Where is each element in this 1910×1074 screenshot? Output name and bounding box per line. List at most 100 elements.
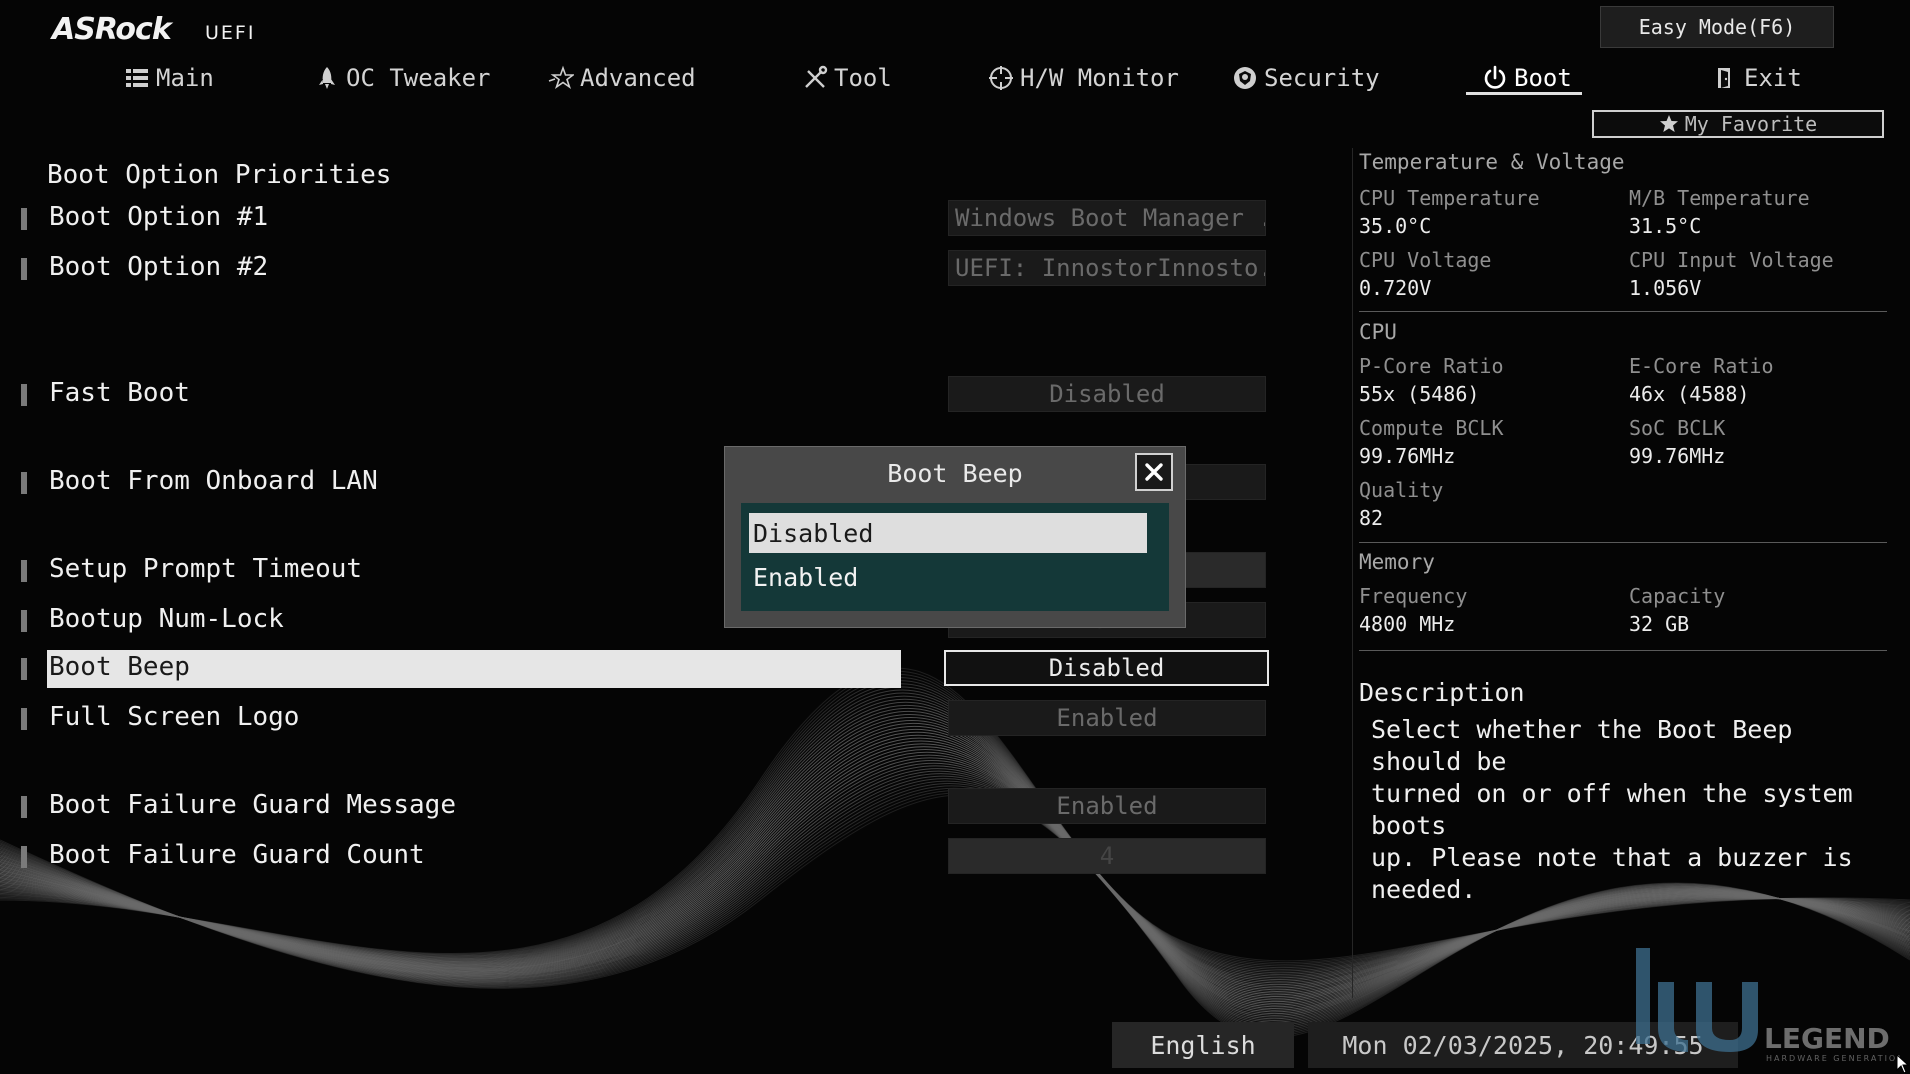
setting-row-boot-option-2[interactable]: Boot Option #2 UEFI: InnostorInnosto... [0, 250, 1280, 290]
setting-label: Boot From Onboard LAN [49, 466, 378, 496]
soc-bclk-value: 99.76MHz [1629, 444, 1726, 468]
setting-value-field[interactable]: 4 [948, 838, 1266, 874]
cpu-temp-value: 35.0°C [1359, 214, 1432, 238]
panel-title: Temperature & Voltage [1359, 150, 1625, 174]
row-marker [21, 472, 27, 494]
popup-option-list: Disabled Enabled [741, 503, 1169, 611]
tab-boot-label: Boot [1514, 64, 1572, 92]
section-title: Boot Option Priorities [47, 160, 392, 190]
list-icon [126, 69, 148, 87]
mb-temp-label: M/B Temperature [1629, 186, 1810, 210]
memory-frequency-label: Frequency [1359, 584, 1468, 608]
cpu-volt-value: 0.720V [1359, 276, 1432, 300]
setting-value-field[interactable]: Enabled [948, 788, 1266, 824]
cpu-input-volt-label: CPU Input Voltage [1629, 248, 1834, 272]
tab-main-label: Main [156, 64, 214, 92]
description-text: Select whether the Boot Beep should be t… [1371, 714, 1886, 906]
memory-capacity-label: Capacity [1629, 584, 1726, 608]
setting-label: Boot Beep [49, 652, 190, 682]
compute-bclk-value: 99.76MHz [1359, 444, 1456, 468]
crosshair-icon [989, 66, 1013, 90]
pcore-ratio-label: P-Core Ratio [1359, 354, 1504, 378]
row-marker [21, 560, 27, 582]
ecore-ratio-label: E-Core Ratio [1629, 354, 1774, 378]
watermark-text: LEGEND [1764, 1022, 1890, 1055]
setting-label: Boot Failure Guard Count [49, 840, 425, 870]
language-selector[interactable]: English [1112, 1022, 1294, 1068]
tab-advanced-label: Advanced [580, 64, 696, 92]
cpu-input-volt-value: 1.056V [1629, 276, 1702, 300]
watermark-subtext: HARDWARE GENERATION [1766, 1054, 1900, 1063]
setting-label: Boot Failure Guard Message [49, 790, 456, 820]
popup-title: Boot Beep [887, 459, 1023, 488]
setting-label: Boot Option #2 [49, 252, 269, 282]
setting-value-field[interactable]: Windows Boot Manager ... [948, 200, 1266, 236]
row-marker [21, 258, 27, 280]
popup-option-enabled[interactable]: Enabled [749, 557, 1147, 597]
setting-row-full-screen-logo[interactable]: Full Screen Logo Enabled [0, 700, 1280, 740]
tab-hw-monitor-label: H/W Monitor [1020, 64, 1179, 92]
setting-row-boot-failure-guard-count[interactable]: Boot Failure Guard Count 4 [0, 838, 1280, 878]
asrock-logo: ASRock [52, 12, 172, 47]
quality-value: 82 [1359, 506, 1384, 530]
description-line: up. Please note that a buzzer is [1371, 843, 1853, 872]
setting-row-boot-option-1[interactable]: Boot Option #1 Windows Boot Manager ... [0, 200, 1280, 240]
row-marker [21, 658, 27, 680]
memory-capacity-value: 32 GB [1629, 612, 1690, 636]
mb-temp-value: 31.5°C [1629, 214, 1702, 238]
tab-tool-label: Tool [834, 64, 892, 92]
my-favorite-button[interactable]: My Favorite [1592, 110, 1884, 138]
setting-value-field[interactable]: Disabled [948, 376, 1266, 412]
pcore-ratio-value: 55x (5486) [1359, 382, 1480, 406]
tools-icon [805, 65, 828, 88]
divider [1359, 311, 1887, 312]
boot-beep-popup-dialog: Boot Beep Disabled Enabled [724, 446, 1186, 628]
description-line: needed. [1371, 875, 1477, 904]
row-marker [21, 796, 27, 818]
cpu-section-title: CPU [1359, 320, 1397, 344]
legend-watermark-logo: LEGEND HARDWARE GENERATION [1636, 948, 1900, 1063]
description-line: Select whether the Boot Beep should be [1371, 715, 1793, 776]
tab-security[interactable]: Security [1232, 56, 1380, 100]
rocket-icon [319, 67, 335, 89]
popup-option-disabled[interactable]: Disabled [749, 513, 1147, 553]
setting-row-fast-boot[interactable]: Fast Boot Disabled [0, 376, 1280, 416]
setting-label: Bootup Num-Lock [49, 604, 284, 634]
setting-value-field[interactable]: UEFI: InnostorInnosto... [948, 250, 1266, 286]
tab-oc-tweaker-label: OC Tweaker [346, 64, 491, 92]
row-marker [21, 846, 27, 868]
setting-row-boot-failure-guard-message[interactable]: Boot Failure Guard Message Enabled [0, 788, 1280, 828]
easy-mode-button[interactable]: Easy Mode(F6) [1600, 6, 1834, 48]
tab-oc-tweaker[interactable]: OC Tweaker [314, 56, 491, 100]
row-marker [21, 610, 27, 632]
star-icon [548, 65, 574, 90]
power-icon [1484, 65, 1506, 89]
tab-security-label: Security [1264, 64, 1380, 92]
setting-value-field[interactable]: Enabled [948, 700, 1266, 736]
my-favorite-label: My Favorite [1684, 112, 1818, 136]
divider [1359, 650, 1887, 651]
close-icon [1145, 463, 1163, 481]
close-button[interactable] [1135, 453, 1173, 491]
divider [1359, 542, 1887, 543]
mouse-cursor-icon [1896, 1054, 1910, 1074]
tab-main[interactable]: Main [124, 56, 214, 100]
cpu-temp-label: CPU Temperature [1359, 186, 1540, 210]
description-line: turned on or off when the system boots [1371, 779, 1853, 840]
tab-advanced[interactable]: Advanced [548, 56, 696, 100]
setting-value-field[interactable]: Disabled [944, 650, 1269, 686]
row-marker [21, 384, 27, 406]
soc-bclk-label: SoC BCLK [1629, 416, 1726, 440]
description-title: Description [1359, 678, 1525, 707]
tab-exit[interactable]: Exit [1712, 56, 1802, 100]
exit-door-icon [1718, 68, 1730, 88]
setting-label: Setup Prompt Timeout [49, 554, 363, 584]
tab-exit-label: Exit [1744, 64, 1802, 92]
quality-label: Quality [1359, 478, 1444, 502]
setting-row-boot-beep[interactable]: Boot Beep Disabled [0, 650, 1280, 690]
tab-tool[interactable]: Tool [802, 56, 892, 100]
star-filled-icon [1659, 115, 1678, 132]
tab-hw-monitor[interactable]: H/W Monitor [988, 56, 1179, 100]
hardware-monitor-panel: Temperature & Voltage CPU Temperature 35… [1352, 148, 1893, 998]
setting-label: Boot Option #1 [49, 202, 269, 232]
